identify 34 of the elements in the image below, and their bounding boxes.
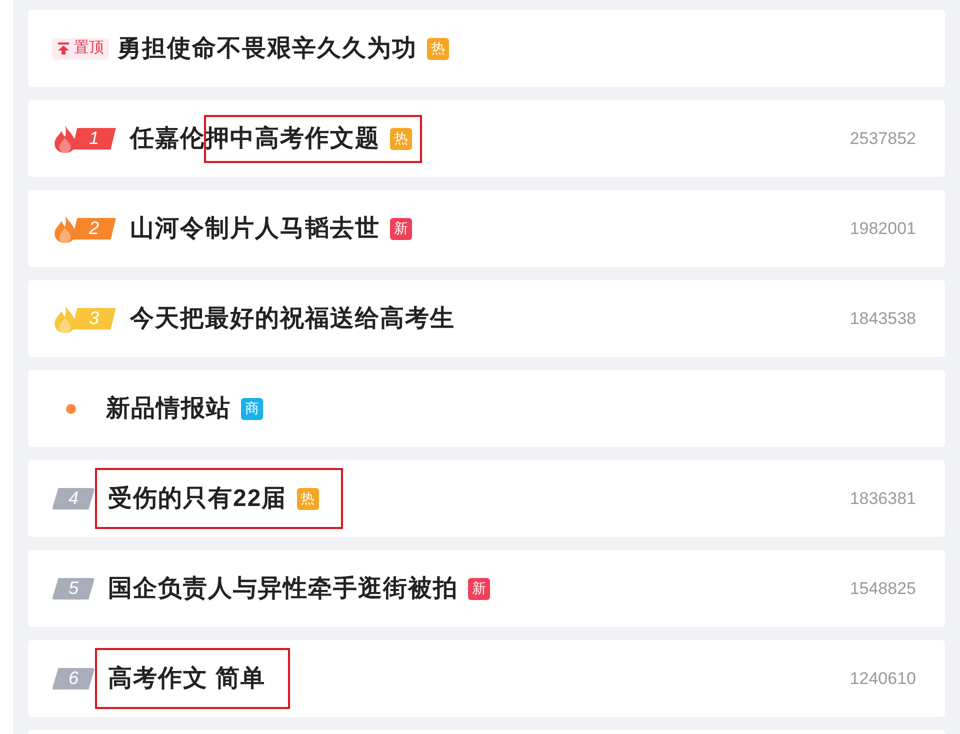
heat-count: 2537852 bbox=[850, 128, 916, 150]
heat-count: 1843538 bbox=[850, 308, 916, 330]
topic-badge: 新 bbox=[390, 218, 412, 240]
topic-badge: 热 bbox=[296, 488, 319, 510]
topic-title[interactable]: 勇担使命不畏艰辛久久为功 bbox=[117, 30, 417, 66]
topic-badge: 热 bbox=[427, 38, 449, 60]
topic-badge: 商 bbox=[241, 398, 263, 420]
rank-badge: 5 bbox=[52, 578, 95, 600]
topic-title[interactable]: 新品情报站 bbox=[106, 390, 231, 426]
list-card[interactable]: 置顶 勇担使命不畏艰辛久久为功 热 bbox=[28, 10, 945, 87]
topic-badge: 热 bbox=[390, 128, 412, 150]
list-card[interactable]: 6 高考作文 简单 1240610 bbox=[28, 640, 945, 717]
topic-title[interactable]: 高考作文 简单 bbox=[108, 660, 266, 696]
list-card[interactable]: 3 今天把最好的祝福送给高考生 1843538 bbox=[28, 280, 945, 357]
list-card[interactable]: 2 山河令制片人马韬去世 新 1982001 bbox=[28, 190, 945, 267]
list-card[interactable]: 4 受伤的只有22届 热 1836381 bbox=[28, 460, 945, 537]
topic-title[interactable]: 今天把最好的祝福送给高考生 bbox=[130, 300, 455, 336]
rank-badge: 6 bbox=[52, 668, 95, 690]
topic-title[interactable]: 受伤的只有22届 bbox=[108, 480, 287, 516]
rank-badge: 3 bbox=[72, 308, 116, 330]
heat-count: 1982001 bbox=[850, 218, 916, 240]
list-card[interactable]: 5 国企负责人与异性牵手逛街被拍 新 1548825 bbox=[28, 550, 945, 627]
list-card[interactable]: 新品情报站 商 bbox=[28, 370, 945, 447]
rank-badge: 4 bbox=[52, 488, 95, 510]
topic-badge: 新 bbox=[468, 578, 490, 600]
rank-badge: 2 bbox=[72, 218, 116, 240]
topic-title[interactable]: 国企负责人与异性牵手逛街被拍 bbox=[108, 570, 458, 606]
pinned-tag: 置顶 bbox=[52, 38, 109, 60]
topic-title[interactable]: 山河令制片人马韬去世 bbox=[130, 210, 380, 246]
heat-count: 1240610 bbox=[850, 668, 916, 690]
pin-to-top-icon bbox=[57, 42, 70, 55]
rank-badge: 1 bbox=[72, 128, 116, 150]
heat-count: 1836381 bbox=[850, 488, 916, 510]
heat-count: 1548825 bbox=[850, 578, 916, 600]
